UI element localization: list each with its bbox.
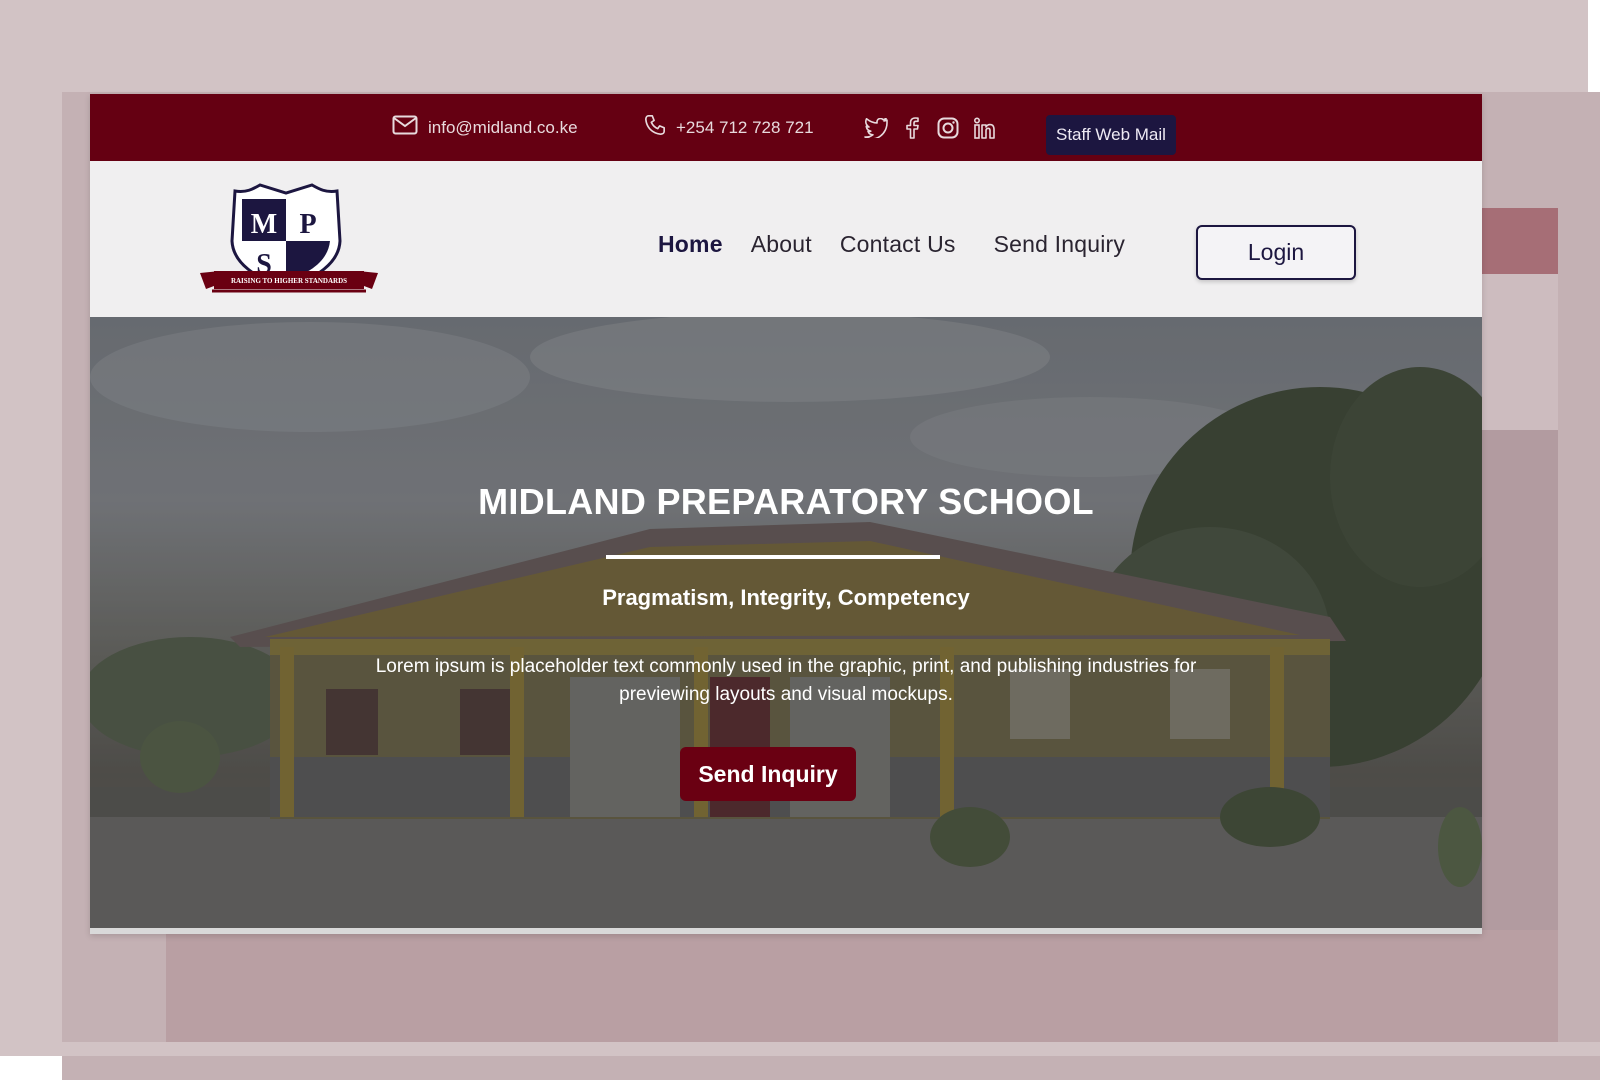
backdrop-bottom — [0, 1042, 1600, 1056]
twitter-icon[interactable] — [864, 116, 888, 140]
facebook-icon[interactable] — [900, 116, 924, 140]
nav-send-inquiry[interactable]: Send Inquiry — [994, 231, 1126, 258]
backdrop-accent — [1482, 208, 1558, 274]
hero-send-inquiry-button[interactable]: Send Inquiry — [680, 747, 856, 801]
instagram-icon[interactable] — [936, 116, 960, 140]
backdrop-strip — [1482, 430, 1558, 930]
staff-web-mail-button[interactable]: Staff Web Mail — [1046, 115, 1176, 155]
hero-bottom-border — [90, 928, 1482, 934]
nav-links: Home About Contact Us Send Inquiry — [658, 231, 1125, 258]
hero-title: MIDLAND PREPARATORY SCHOOL — [478, 481, 1094, 522]
backdrop-strip-light — [1482, 274, 1558, 430]
phone-text: +254 712 728 721 — [676, 117, 814, 137]
logo-letter-m: M — [251, 209, 277, 240]
backdrop-corner-bottom — [0, 1056, 62, 1080]
social-links — [864, 94, 996, 161]
logo-letter-p: P — [299, 209, 316, 240]
nav-home[interactable]: Home — [658, 231, 723, 258]
backdrop-corner — [1588, 0, 1600, 92]
mail-icon — [392, 115, 418, 140]
hero-description: Lorem ipsum is placeholder text commonly… — [375, 656, 1197, 705]
email-contact[interactable]: info@midland.co.ke — [392, 94, 578, 161]
backdrop-top — [0, 0, 1588, 92]
login-button[interactable]: Login — [1196, 225, 1356, 280]
nav-contact-us[interactable]: Contact Us — [840, 231, 956, 258]
hero-section: MIDLAND PREPARATORY SCHOOL Pragmatism, I… — [90, 317, 1482, 929]
website-frame: info@midland.co.ke +254 712 728 721 Staf… — [90, 94, 1482, 934]
top-contact-bar: info@midland.co.ke +254 712 728 721 Staf… — [90, 94, 1482, 161]
title-divider — [606, 555, 940, 559]
backdrop-panel-lower — [166, 930, 1558, 1042]
linkedin-icon[interactable] — [972, 116, 996, 140]
email-text: info@midland.co.ke — [428, 117, 578, 137]
main-navbar: M P S RAISING TO HIGHER STANDARDS Home A… — [90, 161, 1482, 317]
nav-about[interactable]: About — [751, 231, 812, 258]
phone-icon — [644, 114, 666, 141]
hero-content: MIDLAND PREPARATORY SCHOOL Pragmatism, I… — [90, 317, 1482, 929]
logo-banner-text: RAISING TO HIGHER STANDARDS — [231, 277, 347, 285]
hero-motto: Pragmatism, Integrity, Competency — [602, 585, 970, 610]
school-logo[interactable]: M P S RAISING TO HIGHER STANDARDS — [198, 183, 380, 303]
phone-contact[interactable]: +254 712 728 721 — [644, 94, 814, 161]
